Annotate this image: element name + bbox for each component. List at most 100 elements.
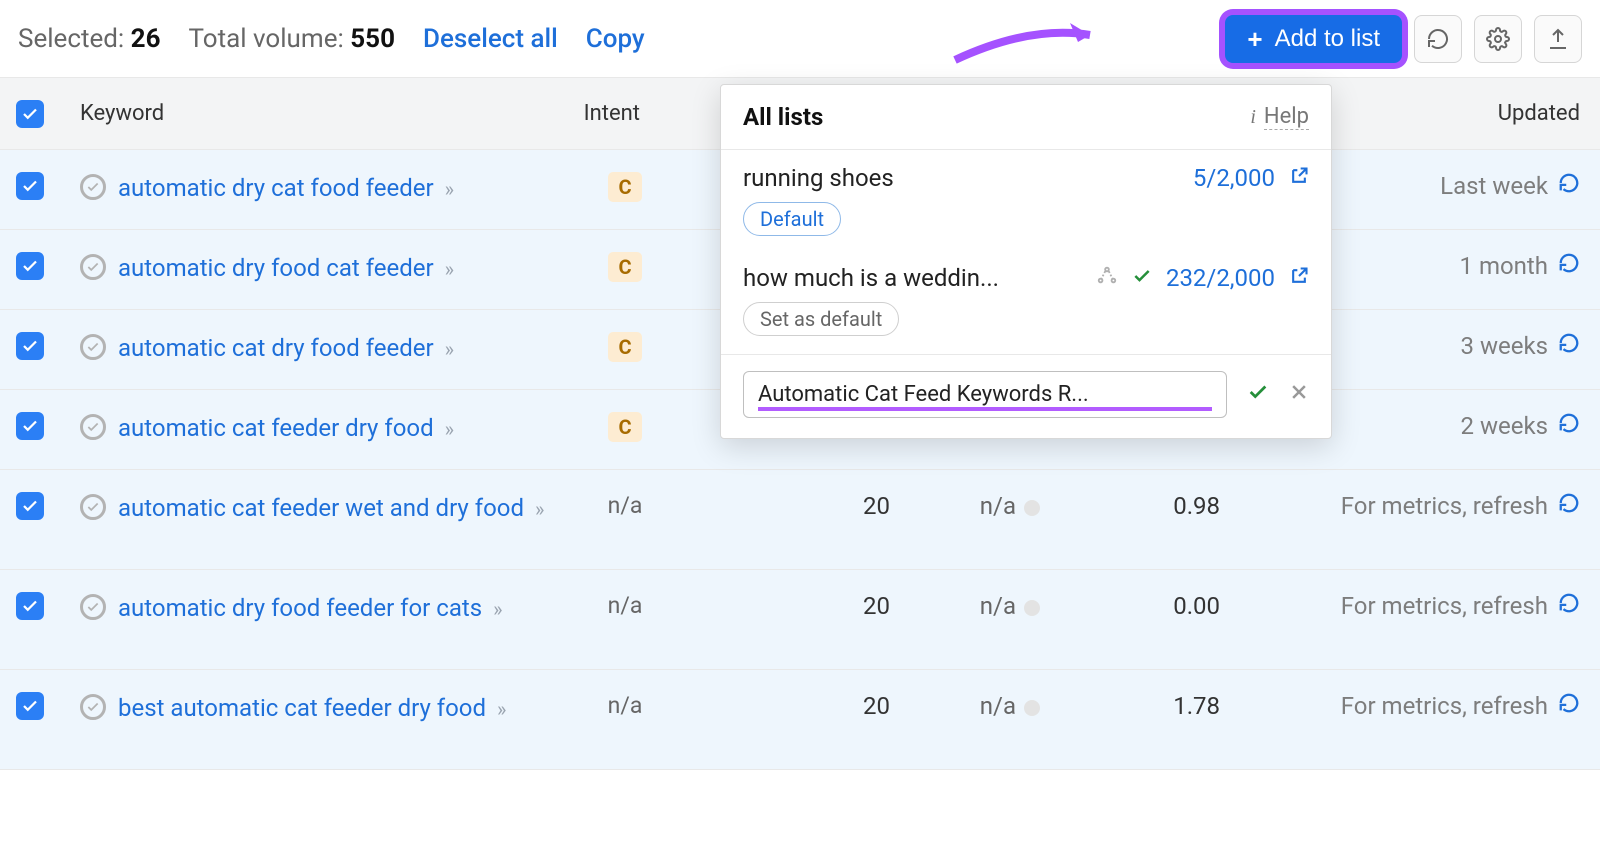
updated-text: 2 weeks — [1461, 412, 1548, 440]
keyword-link[interactable]: automatic dry cat food feeder » — [118, 172, 454, 204]
intent-cell: C — [560, 172, 670, 202]
list-item[interactable]: how much is a weddin... 232/2,000 Set as… — [721, 250, 1331, 350]
check-icon — [21, 597, 39, 615]
cancel-button[interactable] — [1289, 382, 1309, 408]
row-refresh-button[interactable] — [1558, 252, 1580, 280]
check-icon — [21, 697, 39, 715]
row-refresh-button[interactable] — [1558, 492, 1580, 520]
header-keyword[interactable]: Keyword — [60, 101, 560, 126]
settings-button[interactable] — [1474, 15, 1522, 63]
help-link[interactable]: Help — [1264, 104, 1309, 130]
total-label: Total volume: — [189, 24, 344, 54]
default-badge: Default — [743, 202, 841, 236]
row-refresh-button[interactable] — [1558, 172, 1580, 200]
row-checkbox-col — [0, 332, 60, 360]
external-link-icon[interactable] — [1289, 164, 1309, 192]
keyword-link[interactable]: automatic dry food cat feeder » — [118, 252, 454, 284]
row-checkbox[interactable] — [16, 172, 44, 200]
row-refresh-button[interactable] — [1558, 692, 1580, 720]
upload-icon — [1546, 27, 1570, 51]
row-checkbox[interactable] — [16, 252, 44, 280]
difficulty-dot — [1024, 500, 1040, 516]
external-link-icon[interactable] — [1289, 264, 1309, 292]
info-icon: i — [1250, 106, 1256, 129]
keyword-link[interactable]: automatic dry food feeder for cats » — [118, 592, 502, 624]
row-checkbox[interactable] — [16, 492, 44, 520]
list-item[interactable]: running shoes 5/2,000 Default — [721, 150, 1331, 250]
metric-1: 20 — [670, 492, 890, 520]
status-icon — [80, 334, 106, 360]
keyword-link[interactable]: automatic cat dry food feeder » — [118, 332, 454, 364]
add-to-list-button[interactable]: + Add to list — [1225, 15, 1402, 63]
updated-text: 1 month — [1460, 252, 1549, 280]
row-refresh-button[interactable] — [1558, 592, 1580, 620]
check-icon — [21, 177, 39, 195]
set-as-default-button[interactable]: Set as default — [743, 302, 899, 336]
help-group: i Help — [1250, 104, 1309, 130]
row-checkbox-col — [0, 492, 60, 520]
list-count: 5/2,000 — [1193, 164, 1275, 192]
keyword-cell: best automatic cat feeder dry food » — [60, 692, 560, 724]
status-icon — [80, 494, 106, 520]
chevron-right-icon: » — [492, 697, 506, 721]
row-checkbox[interactable] — [16, 592, 44, 620]
add-to-list-label: Add to list — [1275, 25, 1380, 53]
check-icon — [21, 257, 39, 275]
metric-2: n/a — [890, 492, 1040, 520]
export-button[interactable] — [1534, 15, 1582, 63]
row-checkbox[interactable] — [16, 692, 44, 720]
metric-1: 20 — [670, 692, 890, 720]
check-icon — [1132, 264, 1152, 292]
keyword-cell: automatic dry cat food feeder » — [60, 172, 560, 204]
row-checkbox[interactable] — [16, 412, 44, 440]
difficulty-dot — [1024, 600, 1040, 616]
chevron-right-icon: » — [488, 597, 502, 621]
new-list-input[interactable]: Automatic Cat Feed Keywords R... — [743, 371, 1227, 418]
keyword-link[interactable]: automatic cat feeder wet and dry food » — [118, 492, 544, 524]
status-icon — [80, 694, 106, 720]
refresh-button[interactable] — [1414, 15, 1462, 63]
intent-cell: n/a — [560, 492, 670, 519]
deselect-all-link[interactable]: Deselect all — [423, 24, 558, 54]
keyword-cell: automatic cat dry food feeder » — [60, 332, 560, 364]
chevron-right-icon: » — [440, 417, 454, 441]
list-count: 232/2,000 — [1166, 264, 1275, 292]
keyword-cell: automatic dry food cat feeder » — [60, 252, 560, 284]
selected-count: 26 — [131, 24, 161, 54]
keyword-cell: automatic cat feeder wet and dry food » — [60, 492, 560, 524]
popover-title: All lists — [743, 103, 823, 131]
row-checkbox-col — [0, 412, 60, 440]
row-checkbox[interactable] — [16, 332, 44, 360]
row-refresh-button[interactable] — [1558, 332, 1580, 360]
total-value: 550 — [350, 24, 395, 54]
keyword-link[interactable]: automatic cat feeder dry food » — [118, 412, 454, 444]
intent-badge: C — [608, 172, 642, 202]
intent-cell: C — [560, 252, 670, 282]
status-icon — [80, 414, 106, 440]
select-all-checkbox[interactable] — [16, 100, 44, 128]
gear-icon — [1486, 27, 1510, 51]
confirm-button[interactable] — [1247, 381, 1269, 409]
shared-icon — [1096, 264, 1118, 292]
intent-cell: C — [560, 332, 670, 362]
updated-text: For metrics, refresh — [1341, 492, 1548, 520]
updated-text: 3 weeks — [1461, 332, 1548, 360]
header-intent[interactable]: Intent — [560, 101, 670, 126]
updated-text: For metrics, refresh — [1341, 692, 1548, 720]
keyword-link[interactable]: best automatic cat feeder dry food » — [118, 692, 506, 724]
row-refresh-button[interactable] — [1558, 412, 1580, 440]
metric-1: 20 — [670, 592, 890, 620]
intent-badge: C — [608, 332, 642, 362]
status-icon — [80, 254, 106, 280]
chevron-right-icon: » — [440, 177, 454, 201]
total-volume-label: Total volume: 550 — [189, 24, 396, 54]
refresh-icon — [1426, 27, 1450, 51]
add-to-list-popover: All lists i Help running shoes 5/2,000 D… — [720, 84, 1332, 439]
status-icon — [80, 174, 106, 200]
intent-na: n/a — [608, 692, 643, 719]
copy-link[interactable]: Copy — [586, 24, 645, 54]
intent-badge: C — [608, 252, 642, 282]
chevron-right-icon: » — [530, 497, 544, 521]
row-checkbox-col — [0, 172, 60, 200]
intent-cell: n/a — [560, 692, 670, 719]
